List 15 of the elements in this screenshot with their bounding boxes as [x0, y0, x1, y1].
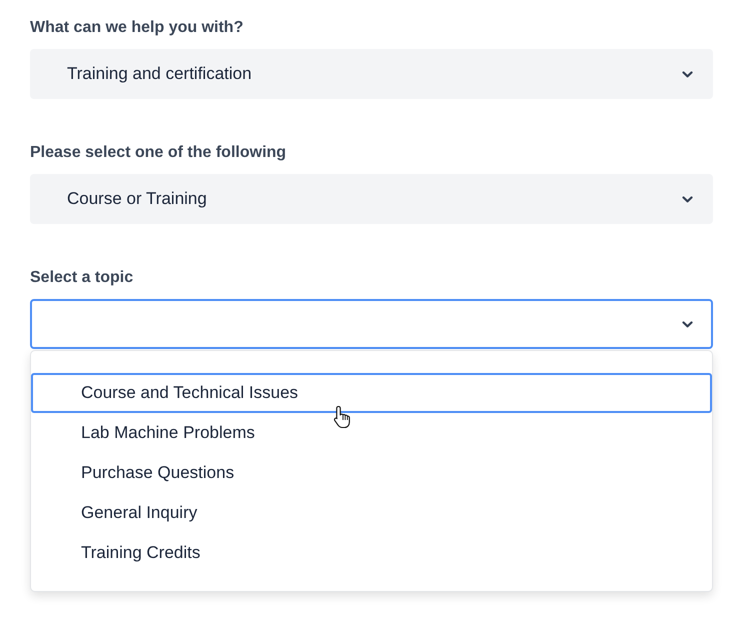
select-dropdown[interactable]: Training and certification	[30, 49, 713, 99]
chevron-down-icon	[682, 196, 693, 202]
field-label: Please select one of the following	[30, 143, 286, 163]
select-dropdown[interactable]: Course or Training	[30, 174, 713, 224]
dropdown-option[interactable]: Lab Machine Problems	[31, 413, 712, 453]
pointer-cursor-icon	[333, 405, 351, 429]
select-dropdown[interactable]	[30, 299, 713, 349]
dropdown-option[interactable]: Training Credits	[31, 533, 712, 573]
dropdown-option[interactable]: Course and Technical Issues	[31, 373, 712, 413]
chevron-down-icon	[682, 70, 693, 78]
field-label: What can we help you with?	[30, 18, 244, 38]
dropdown-option[interactable]: Purchase Questions	[31, 453, 712, 493]
chevron-down-icon	[682, 320, 693, 328]
dropdown-option[interactable]: General Inquiry	[31, 493, 712, 533]
field-label: Select a topic	[30, 268, 134, 288]
